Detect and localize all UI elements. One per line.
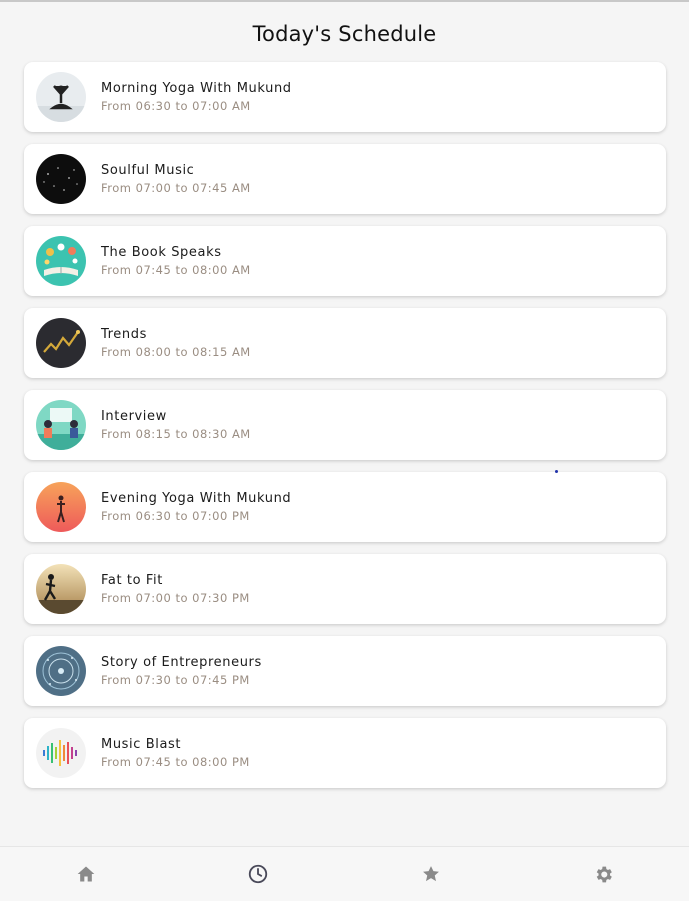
schedule-item-title: Evening Yoga With Mukund — [101, 491, 292, 506]
clock-icon — [248, 864, 268, 884]
schedule-item-time: From 08:15 to 08:30 AM — [101, 427, 251, 441]
schedule-item-title: Morning Yoga With Mukund — [101, 81, 292, 96]
schedule-item-time: From 07:00 to 07:45 AM — [101, 181, 251, 195]
star-icon — [423, 866, 439, 882]
bottom-navigation — [0, 846, 689, 901]
schedule-item-title: Interview — [101, 409, 167, 424]
schedule-item-entrepreneurs[interactable]: Story of Entrepreneurs From 07:30 to 07:… — [24, 636, 666, 706]
music-blast-thumbnail — [36, 728, 86, 778]
trends-thumbnail — [36, 318, 86, 368]
page-title: Today's Schedule — [252, 22, 437, 46]
nav-home[interactable] — [73, 861, 99, 887]
schedule-item-time: From 07:00 to 07:30 PM — [101, 591, 250, 605]
schedule-item-title: Soulful Music — [101, 163, 195, 178]
schedule-item-interview[interactable]: Interview From 08:15 to 08:30 AM — [24, 390, 666, 460]
schedule-item-time: From 08:00 to 08:15 AM — [101, 345, 251, 359]
schedule-item-title: Fat to Fit — [101, 573, 163, 588]
schedule-item-book-speaks[interactable]: The Book Speaks From 07:45 to 08:00 AM — [24, 226, 666, 296]
schedule-item-fat-to-fit[interactable]: Fat to Fit From 07:00 to 07:30 PM — [24, 554, 666, 624]
schedule-item-evening-yoga[interactable]: Evening Yoga With Mukund From 06:30 to 0… — [24, 472, 666, 542]
schedule-item-title: Music Blast — [101, 737, 182, 752]
schedule-item-time: From 06:30 to 07:00 AM — [101, 99, 251, 113]
schedule-item-title: Story of Entrepreneurs — [101, 655, 262, 670]
schedule-item-trends[interactable]: Trends From 08:00 to 08:15 AM — [24, 308, 666, 378]
schedule-item-morning-yoga[interactable]: Morning Yoga With Mukund From 06:30 to 0… — [24, 62, 666, 132]
yoga-morning-thumbnail — [36, 72, 86, 122]
schedule-item-soulful-music[interactable]: Soulful Music From 07:00 to 07:45 AM — [24, 144, 666, 214]
schedule-item-title: The Book Speaks — [101, 245, 222, 260]
running-thumbnail — [36, 564, 86, 614]
book-thumbnail — [36, 236, 86, 286]
schedule-item-time: From 06:30 to 07:00 PM — [101, 509, 250, 523]
top-divider — [0, 0, 689, 2]
schedule-item-time: From 07:45 to 08:00 PM — [101, 755, 250, 769]
entrepreneurs-thumbnail — [36, 646, 86, 696]
schedule-item-music-blast[interactable]: Music Blast From 07:45 to 08:00 PM — [24, 718, 666, 788]
schedule-item-time: From 07:30 to 07:45 PM — [101, 673, 250, 687]
stray-dot — [555, 470, 558, 473]
schedule-item-time: From 07:45 to 08:00 AM — [101, 263, 251, 277]
nav-settings[interactable] — [590, 861, 616, 887]
home-icon — [77, 866, 95, 882]
schedule-item-title: Trends — [101, 327, 147, 342]
schedule-list: Morning Yoga With Mukund From 06:30 to 0… — [24, 62, 666, 800]
nav-schedule[interactable] — [245, 861, 271, 887]
soulful-music-thumbnail — [36, 154, 86, 204]
nav-favorites[interactable] — [418, 861, 444, 887]
gear-icon — [596, 866, 612, 882]
yoga-evening-thumbnail — [36, 482, 86, 532]
interview-thumbnail — [36, 400, 86, 450]
